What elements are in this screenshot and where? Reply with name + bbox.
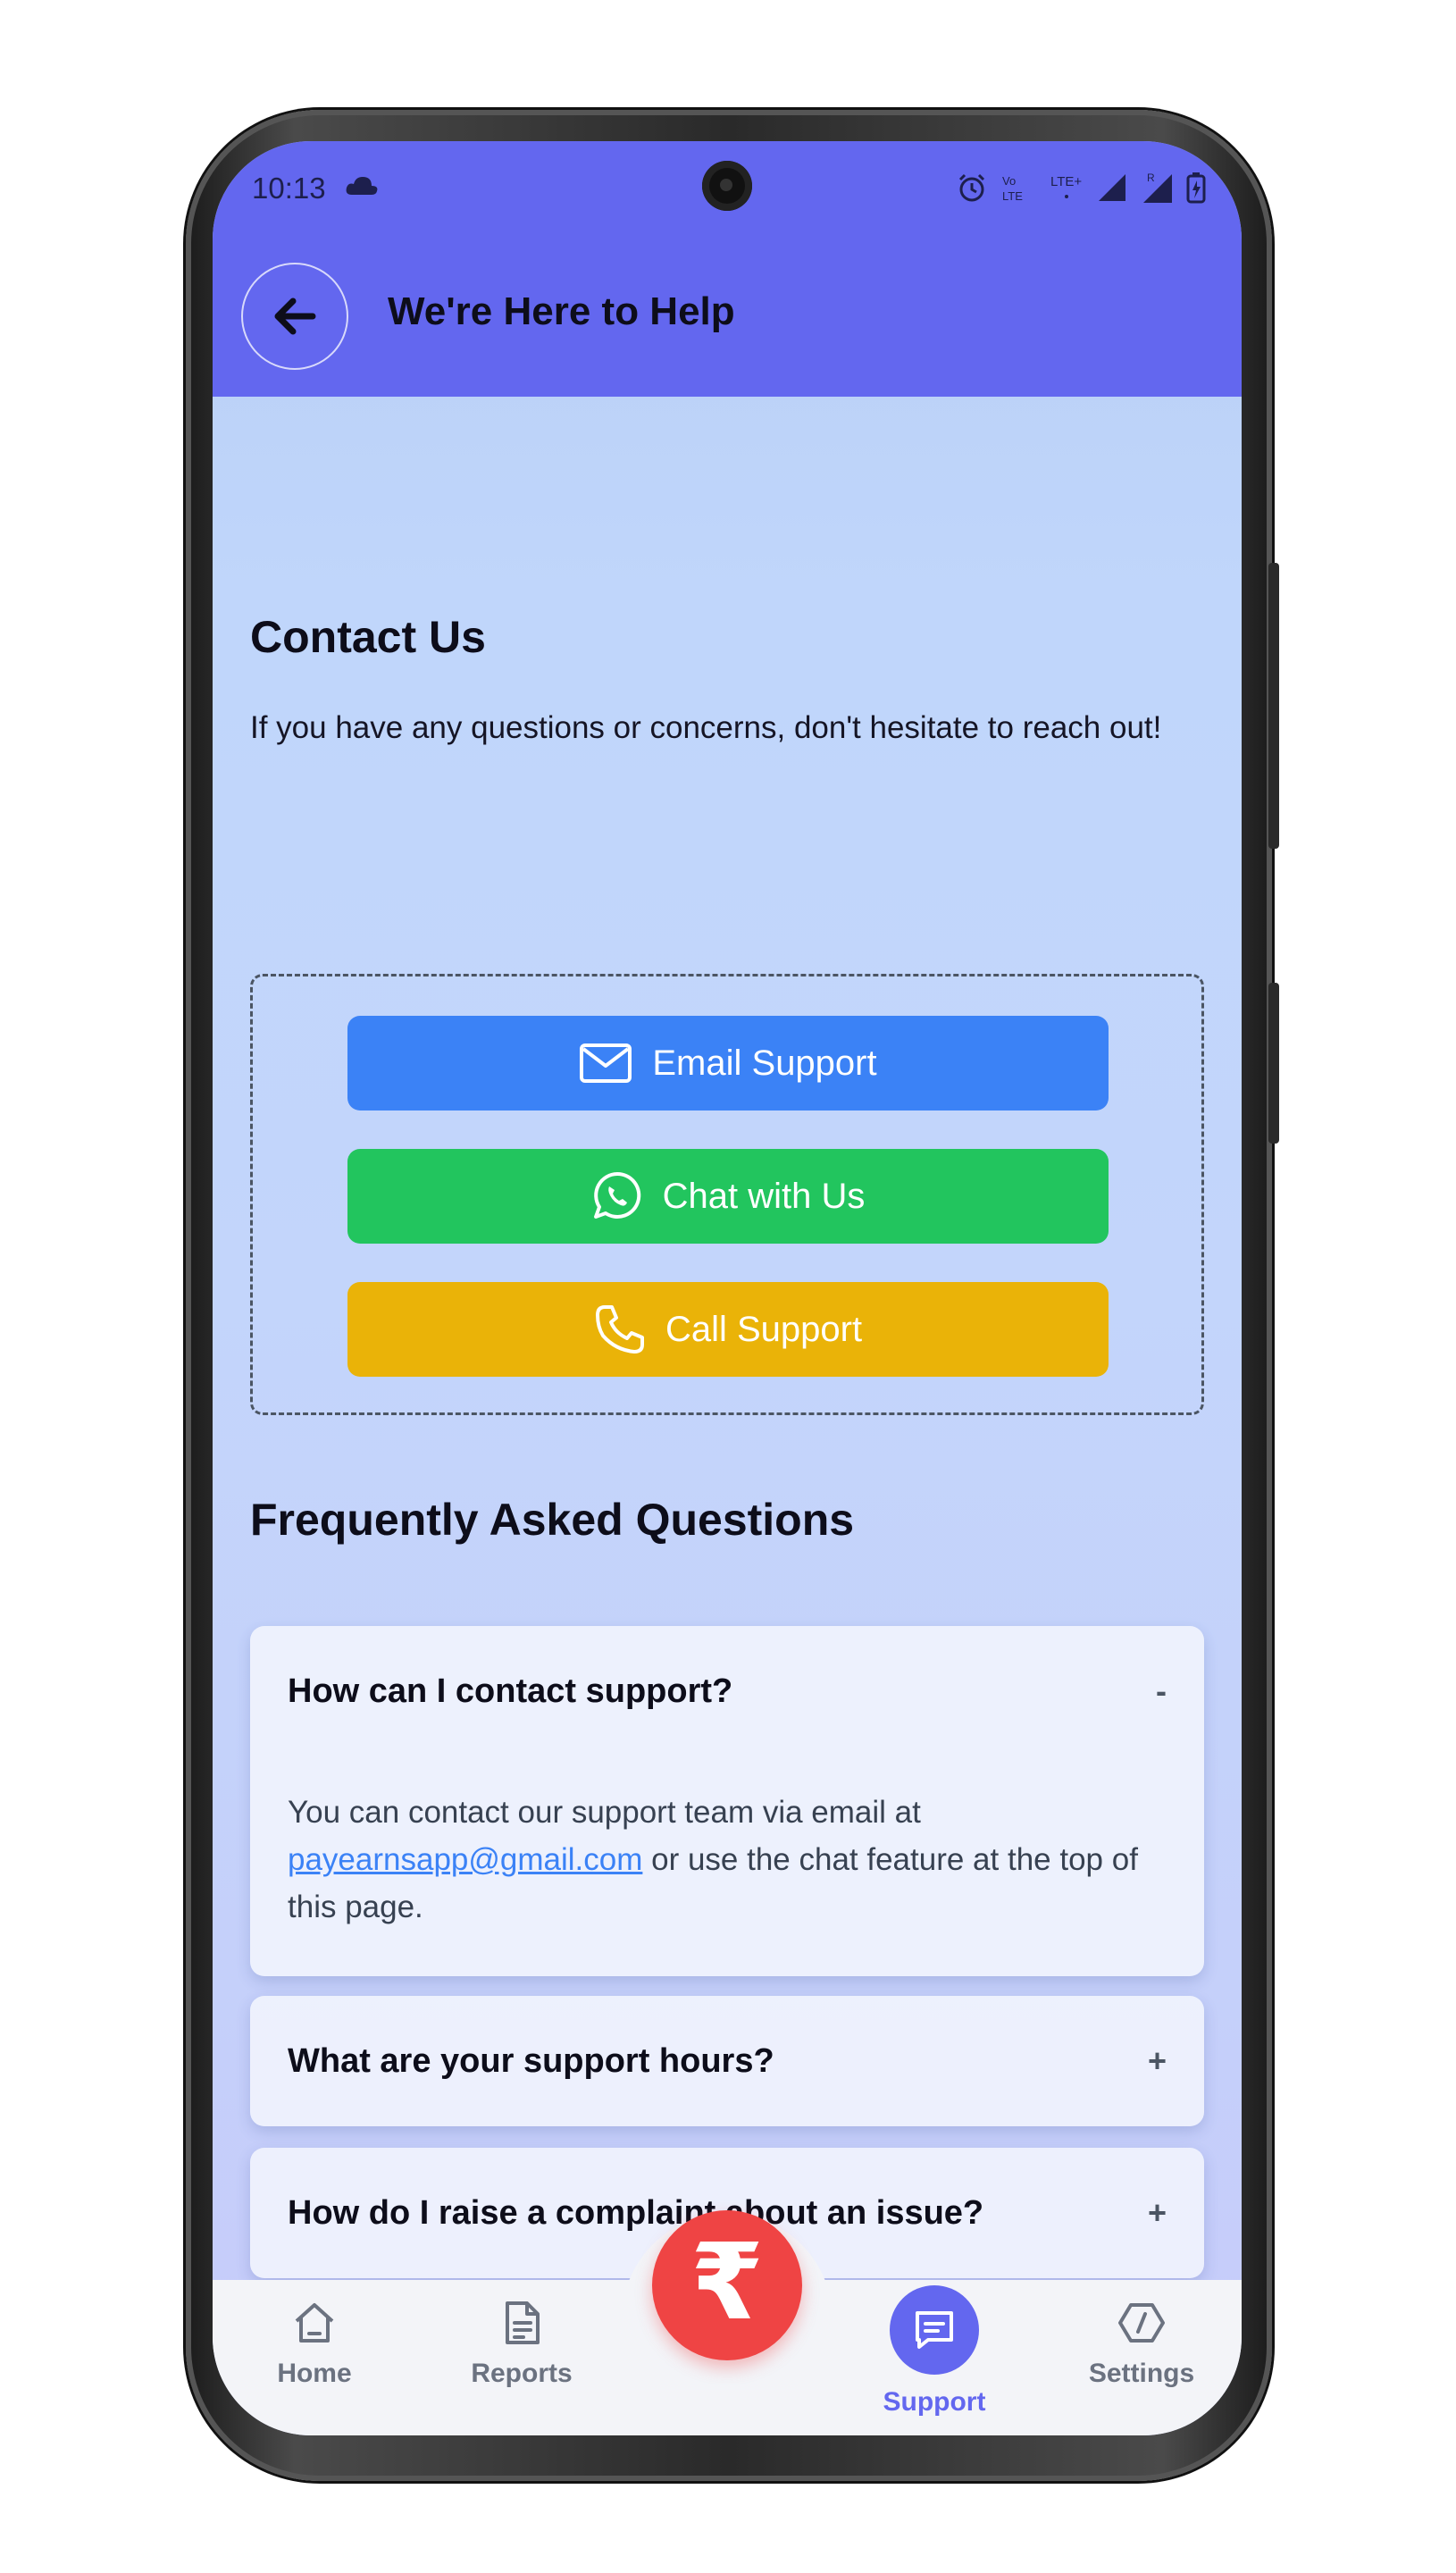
signal-icon (1099, 174, 1125, 201)
email-support-button[interactable]: Email Support (347, 1016, 1109, 1110)
nav-item-reports[interactable]: Reports (441, 2300, 602, 2389)
faq-question[interactable]: What are your support hours? (288, 1996, 774, 2126)
contact-options-box: Email Support Chat with Us Call Support (250, 974, 1204, 1415)
nav-label-reports: Reports (471, 2359, 573, 2388)
nav-label-support: Support (883, 2387, 986, 2417)
rupee-icon: ₹ (690, 2224, 765, 2342)
phone-icon (595, 1305, 644, 1354)
cloud-icon (346, 177, 378, 195)
call-support-label: Call Support (665, 1309, 863, 1349)
volume-button (1268, 563, 1279, 849)
signal-roaming-icon: R (1143, 172, 1172, 203)
faq-title: Frequently Asked Questions (250, 1495, 855, 1545)
email-support-label: Email Support (652, 1043, 877, 1083)
page-title: We're Here to Help (388, 289, 735, 333)
nav-item-home[interactable]: Home (234, 2300, 395, 2389)
faq-question[interactable]: How do I raise a complaint about an issu… (288, 2148, 983, 2278)
front-camera (702, 161, 752, 211)
faq-item: How can I contact support? - You can con… (250, 1626, 1204, 1976)
faq-question[interactable]: How can I contact support? (288, 1626, 732, 1756)
nav-item-settings[interactable]: Settings (1061, 2300, 1222, 2389)
app-header: 10:13 Vo LTE LTE+ R We're Here to Help (213, 141, 1242, 397)
faq-answer: You can contact our support team via ema… (288, 1789, 1172, 1931)
status-icons: Vo LTE LTE+ R (956, 168, 1206, 207)
whatsapp-icon (593, 1171, 640, 1219)
arrow-left-icon (274, 298, 316, 335)
message-icon (916, 2311, 953, 2349)
chat-button[interactable]: Chat with Us (347, 1149, 1109, 1244)
document-icon (506, 2301, 540, 2344)
status-bar: 10:13 Vo LTE LTE+ R (213, 141, 1242, 230)
expand-toggle[interactable]: + (1148, 1996, 1167, 2126)
lte-plus-icon: LTE+ (1050, 174, 1082, 198)
svg-text:LTE+: LTE+ (1050, 174, 1082, 189)
support-email-link[interactable]: payearnsapp@gmail.com (288, 1842, 642, 1877)
call-support-button[interactable]: Call Support (347, 1282, 1109, 1377)
home-icon (295, 2303, 334, 2343)
status-time: 10:13 (252, 172, 326, 205)
back-button[interactable] (241, 263, 348, 370)
power-button (1268, 983, 1279, 1144)
faq-answer-text: You can contact our support team via ema… (288, 1795, 921, 1830)
nav-item-support[interactable]: Support (854, 2285, 1015, 2418)
faq-item[interactable]: What are your support hours? + (250, 1996, 1204, 2126)
svg-text:LTE: LTE (1002, 189, 1023, 203)
svg-text:Vo: Vo (1002, 174, 1016, 188)
settings-icon (1118, 2303, 1165, 2343)
collapse-toggle[interactable]: - (1156, 1626, 1167, 1756)
volte-icon: Vo LTE (1002, 174, 1023, 203)
battery-icon (1186, 172, 1206, 204)
svg-text:R: R (1147, 172, 1155, 184)
contact-title: Contact Us (250, 612, 486, 662)
app-screen: 10:13 Vo LTE LTE+ R We're Here to Help C… (213, 141, 1242, 2435)
chat-label: Chat with Us (662, 1176, 866, 1216)
support-active-indicator (890, 2285, 979, 2375)
rupee-button[interactable]: ₹ (652, 2210, 802, 2360)
expand-toggle[interactable]: + (1148, 2148, 1167, 2278)
nav-label-settings: Settings (1088, 2359, 1195, 2388)
contact-description: If you have any questions or concerns, d… (250, 710, 1162, 745)
nav-label-home: Home (277, 2359, 352, 2388)
alarm-icon (958, 173, 985, 202)
mail-icon (580, 1043, 632, 1083)
